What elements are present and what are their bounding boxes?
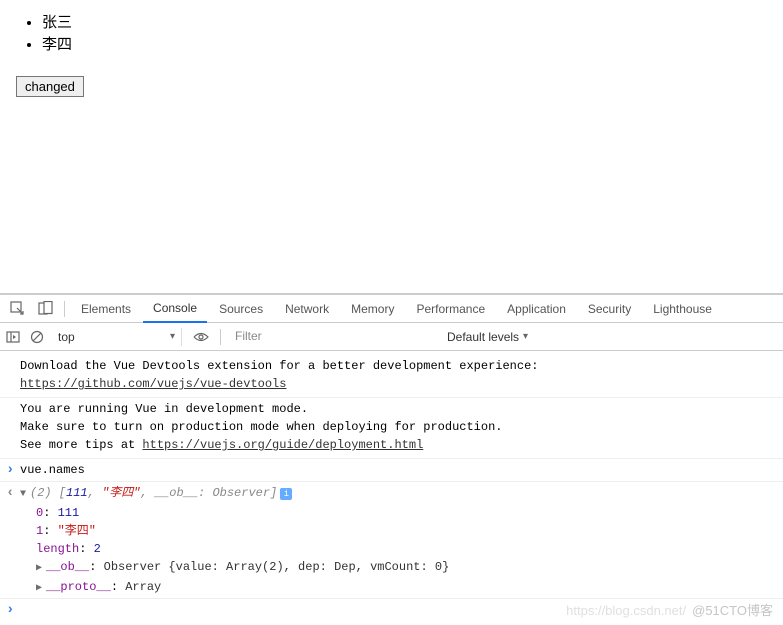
tab-application[interactable]: Application	[497, 296, 576, 322]
object-row[interactable]: ▶__ob__: Observer {value: Array(2), dep:…	[36, 558, 775, 578]
object-row[interactable]: ▶__proto__: Array	[36, 578, 775, 598]
tab-elements[interactable]: Elements	[71, 296, 141, 322]
message-link[interactable]: https://github.com/vuejs/vue-devtools	[20, 377, 286, 391]
object-row[interactable]: length: 2	[36, 540, 775, 558]
console-input-echo: vue.names	[0, 459, 783, 482]
array-summary[interactable]: (2) [111, "李四", __ob__: Observer]	[30, 486, 277, 500]
device-icon[interactable]	[37, 301, 53, 317]
watermark: https://blog.csdn.net/@51CTO博客	[566, 600, 773, 619]
levels-label: Default levels	[447, 330, 519, 344]
console-output: ▼(2) [111, "李四", __ob__: Observer]i 0: 1…	[0, 482, 783, 598]
eye-icon[interactable]	[192, 328, 210, 346]
devtools-panel: Elements Console Sources Network Memory …	[0, 294, 783, 625]
console-toolbar: top Default levels	[0, 323, 783, 351]
message-text: Download the Vue Devtools extension for …	[20, 357, 763, 375]
context-select[interactable]: top	[52, 328, 182, 346]
inspect-icon[interactable]	[9, 301, 25, 317]
object-row[interactable]: 1: "李四"	[36, 522, 775, 540]
info-icon[interactable]: i	[280, 488, 292, 500]
expand-arrow-icon[interactable]: ▼	[20, 486, 30, 504]
divider	[220, 329, 221, 345]
expanded-object: 0: 111 1: "李四" length: 2 ▶__ob__: Observ…	[20, 504, 775, 598]
tab-sources[interactable]: Sources	[209, 296, 273, 322]
filter-input[interactable]	[231, 327, 431, 346]
names-list: 张三 李四	[42, 12, 771, 56]
expand-arrow-icon[interactable]: ▶	[36, 560, 46, 578]
devtools-tabs: Elements Console Sources Network Memory …	[0, 295, 783, 323]
list-item: 李四	[42, 34, 771, 56]
tab-security[interactable]: Security	[578, 296, 641, 322]
message-text: Make sure to turn on production mode whe…	[20, 418, 763, 436]
context-label: top	[58, 330, 75, 344]
tab-memory[interactable]: Memory	[341, 296, 404, 322]
sidebar-toggle-icon[interactable]	[4, 328, 22, 346]
page-content: 张三 李四 changed	[0, 0, 783, 294]
tab-console[interactable]: Console	[143, 295, 207, 323]
divider	[64, 301, 65, 317]
tab-lighthouse[interactable]: Lighthouse	[643, 296, 722, 322]
expand-arrow-icon[interactable]: ▶	[36, 580, 46, 598]
levels-select[interactable]: Default levels	[447, 330, 528, 344]
input-text: vue.names	[20, 463, 85, 477]
message-link[interactable]: https://vuejs.org/guide/deployment.html	[142, 438, 423, 452]
object-row[interactable]: 0: 111	[36, 504, 775, 522]
tab-performance[interactable]: Performance	[406, 296, 495, 322]
tab-network[interactable]: Network	[275, 296, 339, 322]
message-text: See more tips at https://vuejs.org/guide…	[20, 436, 763, 454]
list-item: 张三	[42, 12, 771, 34]
message-text: You are running Vue in development mode.	[20, 400, 763, 418]
console-body: Download the Vue Devtools extension for …	[0, 351, 783, 625]
console-message: You are running Vue in development mode.…	[0, 398, 783, 459]
clear-icon[interactable]	[28, 328, 46, 346]
changed-button[interactable]: changed	[16, 76, 84, 97]
console-message: Download the Vue Devtools extension for …	[0, 355, 783, 398]
